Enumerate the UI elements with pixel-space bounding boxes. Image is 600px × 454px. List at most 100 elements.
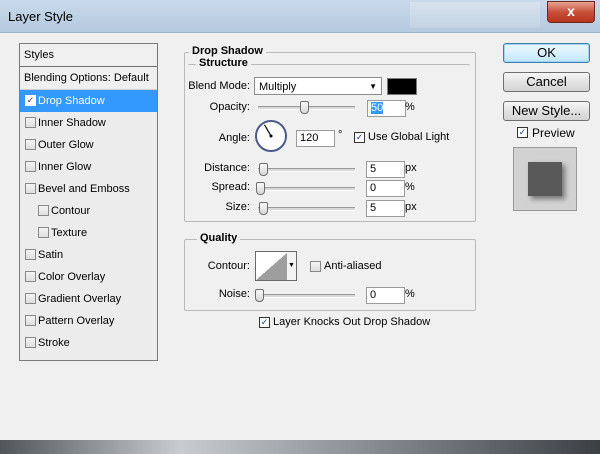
ok-button[interactable]: OK — [503, 43, 590, 63]
style-item-label: Texture — [51, 227, 88, 239]
structure-title: Structure — [196, 57, 251, 69]
blending-options-item[interactable]: Blending Options: Default — [20, 67, 157, 90]
anti-aliased-checkbox[interactable] — [310, 261, 321, 272]
angle-value: 120 — [300, 132, 319, 144]
window-title: Layer Style — [8, 9, 74, 24]
style-item-outer-glow[interactable]: Outer Glow — [20, 134, 157, 156]
style-item-pattern-overlay[interactable]: Pattern Overlay — [20, 310, 157, 332]
title-bar[interactable]: Layer Style x — [0, 0, 600, 33]
quality-group: Quality — [184, 232, 476, 311]
style-item-label: Contour — [51, 205, 91, 217]
opacity-value: 50 — [371, 102, 384, 114]
style-item-checkbox[interactable] — [25, 161, 36, 172]
angle-dial[interactable] — [255, 120, 287, 152]
style-item-label: Inner Glow — [38, 161, 92, 173]
distance-label: Distance: — [204, 162, 250, 174]
contour-preview[interactable] — [255, 251, 289, 281]
noise-slider-track[interactable] — [258, 294, 355, 298]
style-item-texture[interactable]: Texture — [20, 222, 157, 244]
size-input[interactable]: 5 — [366, 200, 405, 217]
style-item-bevel-and-emboss[interactable]: Bevel and Emboss — [20, 178, 157, 200]
style-item-checkbox[interactable] — [25, 139, 36, 150]
contour-dropdown-arrow-icon[interactable]: ▼ — [287, 251, 297, 281]
opacity-input[interactable]: 50 — [367, 100, 406, 117]
style-item-checkbox[interactable]: ✓ — [25, 95, 36, 106]
opacity-slider-thumb[interactable] — [300, 101, 309, 114]
spread-label: Spread: — [211, 181, 250, 193]
size-label: Size: — [225, 201, 250, 213]
angle-dial-needle — [263, 124, 273, 138]
preview-label[interactable]: Preview — [532, 126, 575, 140]
style-item-label: Bevel and Emboss — [38, 183, 130, 195]
style-item-checkbox[interactable] — [25, 249, 36, 260]
style-item-label: Gradient Overlay — [38, 293, 122, 305]
spread-input[interactable]: 0 — [366, 180, 405, 197]
quality-title: Quality — [197, 232, 241, 244]
style-item-checkbox[interactable] — [25, 271, 36, 282]
distance-slider-thumb[interactable] — [259, 163, 268, 176]
styles-header[interactable]: Styles — [20, 44, 157, 67]
distance-value: 5 — [370, 163, 377, 175]
style-item-inner-glow[interactable]: Inner Glow — [20, 156, 157, 178]
drop-shadow-title: Drop Shadow — [189, 45, 266, 57]
styles-list: Styles Blending Options: Default ✓ Drop S… — [19, 43, 158, 361]
layer-knocks-out-checkbox[interactable]: ✓ — [259, 317, 270, 328]
noise-unit: % — [405, 288, 415, 300]
style-item-checkbox[interactable] — [25, 117, 36, 128]
style-items: ✓ Drop Shadow Inner Shadow Outer Glow Inner … — [20, 90, 157, 354]
angle-input[interactable]: 120 — [296, 130, 335, 147]
style-item-checkbox[interactable] — [38, 227, 49, 238]
noise-label: Noise: — [218, 288, 250, 300]
distance-slider-track[interactable] — [258, 168, 355, 172]
style-item-gradient-overlay[interactable]: Gradient Overlay — [20, 288, 157, 310]
style-item-label: Pattern Overlay — [38, 315, 115, 327]
style-item-checkbox[interactable] — [25, 293, 36, 304]
anti-aliased-label[interactable]: Anti-aliased — [324, 260, 381, 272]
size-slider-thumb[interactable] — [259, 202, 268, 215]
preview-checkbox[interactable]: ✓ — [517, 127, 528, 138]
style-item-label: Inner Shadow — [38, 117, 106, 129]
distance-unit: px — [405, 162, 417, 174]
opacity-label: Opacity: — [209, 101, 250, 113]
style-item-label: Color Overlay — [38, 271, 106, 283]
style-item-label: Outer Glow — [38, 139, 94, 151]
size-unit: px — [405, 201, 417, 213]
spread-slider-track[interactable] — [258, 187, 355, 191]
style-item-checkbox[interactable] — [25, 183, 36, 194]
spread-slider-thumb[interactable] — [256, 182, 265, 195]
style-item-inner-shadow[interactable]: Inner Shadow — [20, 112, 157, 134]
layer-knocks-out-label[interactable]: Layer Knocks Out Drop Shadow — [273, 316, 430, 328]
background-window-ghost — [410, 2, 540, 28]
distance-input[interactable]: 5 — [366, 161, 405, 178]
noise-slider-thumb[interactable] — [255, 289, 264, 302]
noise-value: 0 — [370, 289, 377, 301]
angle-unit: ° — [338, 129, 343, 141]
style-item-label: Drop Shadow — [38, 95, 105, 107]
blend-mode-select[interactable]: Multiply ▼ — [254, 77, 382, 95]
noise-input[interactable]: 0 — [366, 287, 405, 304]
size-value: 5 — [370, 202, 377, 214]
style-item-stroke[interactable]: Stroke — [20, 332, 157, 354]
style-item-label: Stroke — [38, 337, 70, 349]
cancel-button[interactable]: Cancel — [503, 72, 590, 92]
spread-unit: % — [405, 181, 415, 193]
style-item-checkbox[interactable] — [25, 315, 36, 326]
size-slider-track[interactable] — [258, 207, 355, 211]
preview-square — [528, 162, 562, 196]
shadow-color-swatch[interactable] — [387, 78, 417, 95]
close-button[interactable]: x — [547, 1, 595, 23]
style-item-checkbox[interactable] — [25, 337, 36, 348]
contour-label: Contour: — [207, 260, 250, 272]
style-item-satin[interactable]: Satin — [20, 244, 157, 266]
new-style-button[interactable]: New Style... — [503, 101, 590, 121]
style-item-drop-shadow[interactable]: ✓ Drop Shadow — [20, 90, 157, 112]
layer-style-dialog: Layer Style x Styles Blending Options: D… — [0, 0, 600, 440]
style-item-color-overlay[interactable]: Color Overlay — [20, 266, 157, 288]
style-preview-box — [513, 147, 577, 211]
dropdown-arrow-icon: ▼ — [369, 82, 377, 91]
background-window-strip — [0, 440, 600, 454]
style-item-contour[interactable]: Contour — [20, 200, 157, 222]
use-global-light-label[interactable]: Use Global Light — [368, 131, 449, 143]
use-global-light-checkbox[interactable]: ✓ — [354, 132, 365, 143]
style-item-checkbox[interactable] — [38, 205, 49, 216]
